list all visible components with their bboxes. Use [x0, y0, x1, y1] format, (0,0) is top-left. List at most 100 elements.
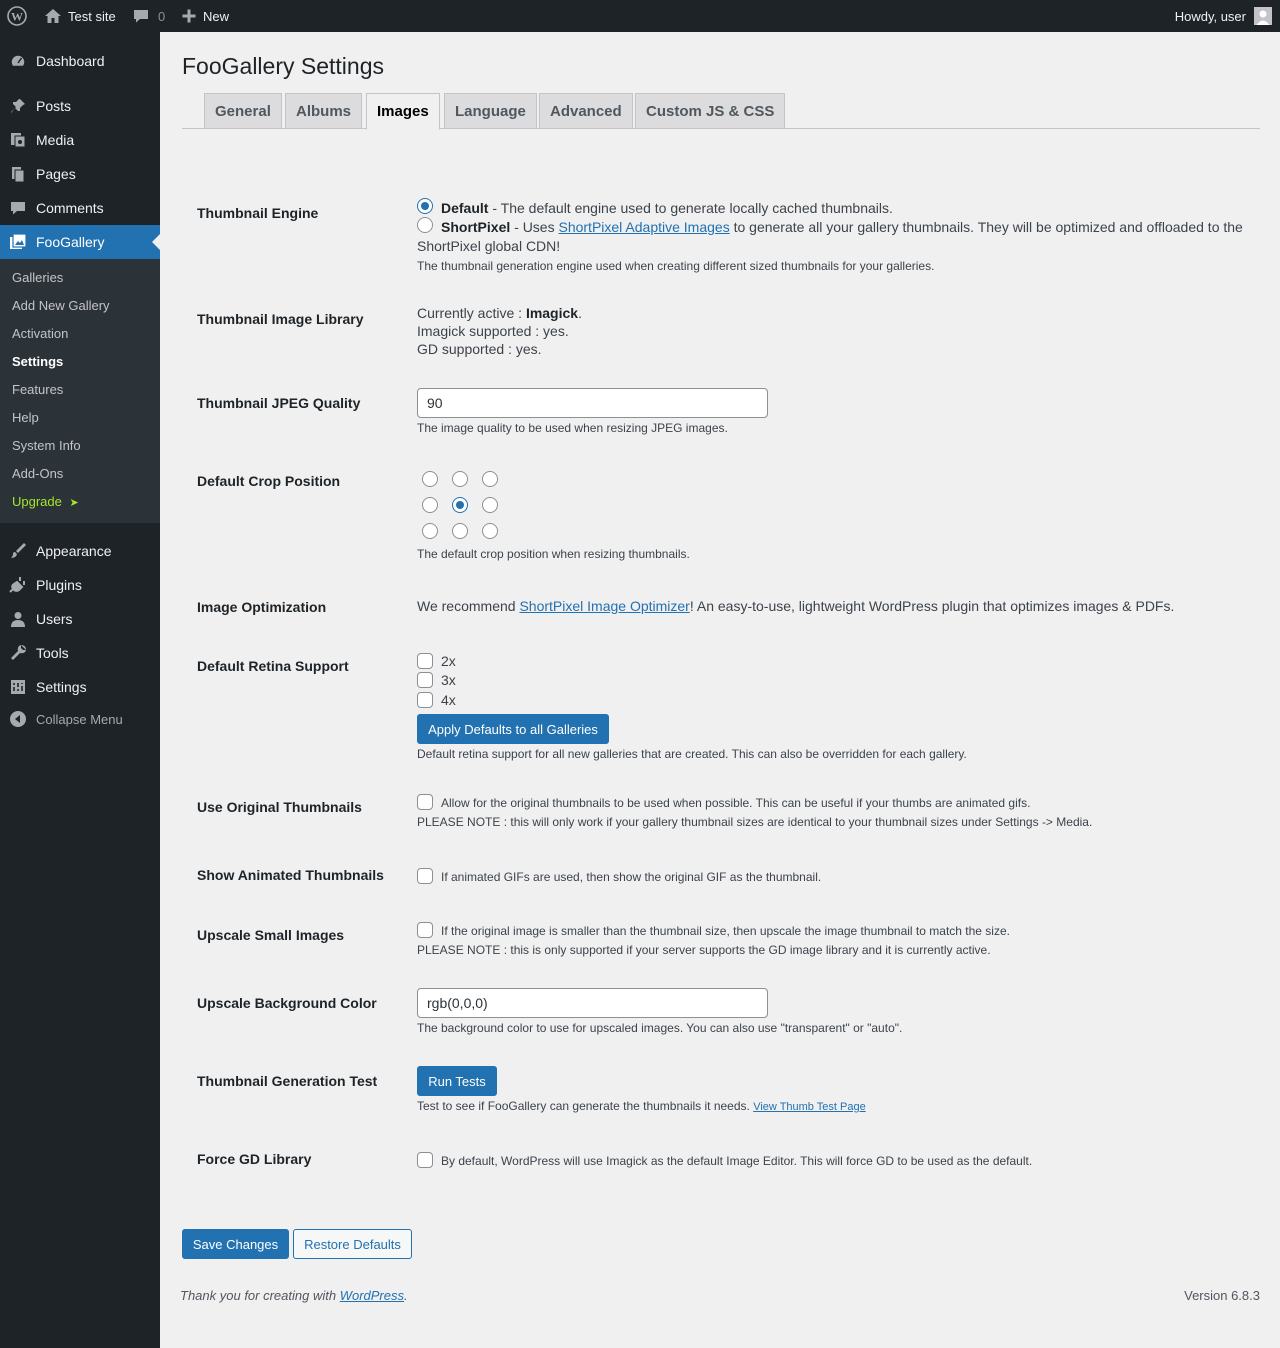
crop-position-label: Default Crop Position [197, 473, 341, 489]
original-thumbnails-checkbox[interactable] [417, 794, 433, 810]
sidebar-item-plugins[interactable]: Plugins [0, 568, 160, 602]
sidebar-item-label: Media [36, 132, 75, 148]
apply-defaults-button[interactable]: Apply Defaults to all Galleries [417, 714, 609, 744]
pages-icon [9, 165, 27, 183]
admin-sidebar: Dashboard Posts Media Pages Comments Foo… [0, 32, 160, 1348]
engine-default-radio[interactable] [417, 198, 433, 214]
save-changes-button[interactable]: Save Changes [182, 1229, 289, 1259]
upscale-small-images-label: Upscale Small Images [197, 927, 345, 943]
submenu-add-ons[interactable]: Add-Ons [12, 464, 63, 484]
comments-count: 0 [158, 8, 166, 24]
crop-center-radio[interactable] [452, 497, 468, 513]
retina-description: Default retina support for all new galle… [417, 747, 967, 761]
force-gd-text: By default, WordPress will use Imagick a… [441, 1154, 1033, 1168]
crop-bottom-center-radio[interactable] [452, 523, 468, 539]
engine-shortpixel-option: ShortPixel - Uses ShortPixel Adaptive Im… [441, 219, 1243, 235]
plus-icon [182, 9, 196, 23]
crop-top-left-radio[interactable] [422, 471, 438, 487]
crop-bottom-left-radio[interactable] [422, 523, 438, 539]
force-gd-checkbox[interactable] [417, 1152, 433, 1168]
jpeg-quality-label: Thumbnail JPEG Quality [197, 395, 361, 411]
footer-thanks: Thank you for creating with WordPress. [180, 1288, 408, 1303]
sidebar-item-label: Users [36, 611, 73, 627]
sidebar-item-dashboard[interactable]: Dashboard [0, 44, 160, 78]
sidebar-item-label: Plugins [36, 577, 82, 593]
sidebar-item-appearance[interactable]: Appearance [0, 534, 160, 568]
tab-advanced[interactable]: Advanced [539, 93, 633, 129]
retina-3x-label: 3x [441, 672, 456, 688]
collapse-menu-button[interactable]: Collapse Menu [0, 702, 160, 736]
image-library-active: Currently active : Imagick. [417, 305, 582, 321]
sidebar-item-posts[interactable]: Posts [0, 89, 160, 123]
settings-tabs: General Albums Images Language Advanced … [182, 93, 1260, 130]
submenu-galleries[interactable]: Galleries [12, 268, 63, 288]
animated-thumbnails-label: Show Animated Thumbnails [197, 867, 384, 883]
comments-link[interactable]: 0 [132, 0, 165, 32]
submenu-settings[interactable]: Settings [12, 352, 63, 372]
engine-default-text: - The default engine used to generate lo… [488, 200, 893, 216]
jpeg-quality-input[interactable] [417, 388, 768, 418]
crop-bottom-right-radio[interactable] [482, 523, 498, 539]
my-account-link[interactable]: Howdy, user [1175, 0, 1272, 32]
upscale-bg-color-input[interactable] [417, 988, 768, 1018]
retina-4x-checkbox[interactable] [417, 692, 433, 708]
sidebar-item-settings[interactable]: Settings [0, 670, 160, 704]
shortpixel-optimizer-link[interactable]: ShortPixel Image Optimizer [519, 598, 689, 614]
sidebar-item-comments[interactable]: Comments [0, 191, 160, 225]
tab-language[interactable]: Language [444, 93, 537, 129]
crop-center-right-radio[interactable] [482, 497, 498, 513]
submenu-system-info[interactable]: System Info [12, 436, 81, 456]
new-content-link[interactable]: New [181, 0, 229, 32]
animated-thumbnails-text: If animated GIFs are used, then show the… [441, 870, 822, 884]
submenu-activation[interactable]: Activation [12, 324, 68, 344]
new-label: New [203, 8, 230, 24]
upscale-checkbox[interactable] [417, 922, 433, 938]
engine-shortpixel-radio[interactable] [417, 217, 433, 233]
tab-general[interactable]: General [204, 93, 282, 129]
sidebar-item-users[interactable]: Users [0, 602, 160, 636]
crop-center-left-radio[interactable] [422, 497, 438, 513]
shortpixel-adaptive-link[interactable]: ShortPixel Adaptive Images [558, 219, 729, 235]
collapse-icon [9, 710, 27, 728]
sidebar-item-label: FooGallery [36, 234, 105, 250]
restore-defaults-button[interactable]: Restore Defaults [293, 1229, 412, 1259]
media-icon [9, 131, 27, 149]
sidebar-item-label: Appearance [36, 543, 112, 559]
retina-2x-checkbox[interactable] [417, 653, 433, 669]
submenu-upgrade[interactable]: Upgrade ➤ [12, 492, 79, 512]
view-thumb-test-link[interactable]: View Thumb Test Page [753, 1101, 866, 1113]
upscale-text: If the original image is smaller than th… [441, 924, 1010, 938]
tab-images[interactable]: Images [366, 93, 440, 130]
animated-thumbnails-checkbox[interactable] [417, 868, 433, 884]
footer-version: Version 6.8.3 [1184, 1288, 1260, 1303]
wordpress-logo-icon[interactable]: W [7, 0, 27, 32]
engine-shortpixel-pre: - Uses [510, 219, 559, 235]
upscale-note: PLEASE NOTE : this is only supported if … [417, 943, 991, 957]
sidebar-item-label: Dashboard [36, 53, 105, 69]
submenu-help[interactable]: Help [12, 408, 39, 428]
active-post: . [578, 305, 582, 321]
sidebar-item-media[interactable]: Media [0, 123, 160, 157]
tab-custom-js-css[interactable]: Custom JS & CSS [635, 93, 786, 129]
sidebar-item-foogallery[interactable]: FooGallery [0, 225, 160, 259]
crop-top-right-radio[interactable] [482, 471, 498, 487]
settings-icon [9, 678, 27, 696]
wordpress-link[interactable]: WordPress [340, 1288, 404, 1303]
tab-albums[interactable]: Albums [285, 93, 363, 129]
upgrade-label: Upgrade [12, 494, 62, 509]
upscale-bg-description: The background color to use for upscaled… [417, 1021, 903, 1035]
submenu-add-new-gallery[interactable]: Add New Gallery [12, 296, 110, 316]
image-optimization-label: Image Optimization [197, 599, 327, 615]
site-name-link[interactable]: Test site [44, 0, 116, 32]
submenu-features[interactable]: Features [12, 380, 63, 400]
crop-top-center-radio[interactable] [452, 471, 468, 487]
sidebar-item-tools[interactable]: Tools [0, 636, 160, 670]
retina-3x-checkbox[interactable] [417, 672, 433, 688]
comment-icon [134, 10, 148, 23]
run-tests-button[interactable]: Run Tests [417, 1066, 497, 1096]
wrench-icon [9, 644, 27, 662]
engine-description: The thumbnail generation engine used whe… [417, 259, 935, 273]
sidebar-item-pages[interactable]: Pages [0, 157, 160, 191]
generation-test-description: Test to see if FooGallery can generate t… [417, 1099, 866, 1113]
sidebar-item-label: Posts [36, 98, 72, 114]
